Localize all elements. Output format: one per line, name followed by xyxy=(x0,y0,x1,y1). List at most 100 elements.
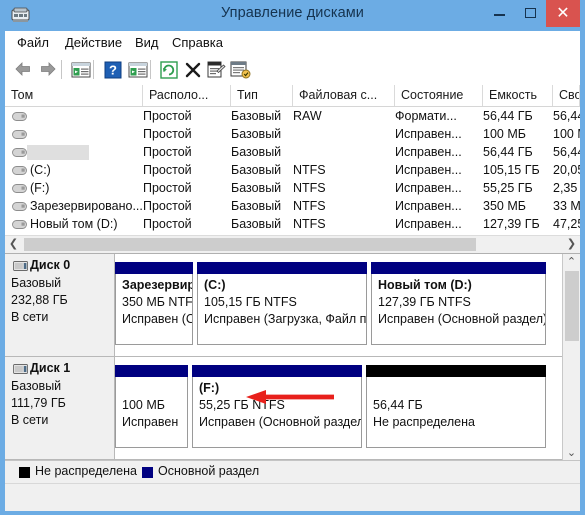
disk-row[interactable]: Диск 1 Базовый 111,79 ГБ В сети 100 МБ И… xyxy=(5,357,562,460)
question-mark-icon[interactable]: ? xyxy=(102,59,124,80)
column-header-5[interactable]: Емкость xyxy=(483,85,553,106)
disk-row[interactable]: Диск 0 Базовый 232,88 ГБ В сети Зарезерв… xyxy=(5,254,562,357)
partition-details: 56,44 ГБ Не распределена xyxy=(366,377,546,448)
partition-strip: 100 МБ Исправен (F:) 55,25 ГБ NTFS Испра… xyxy=(115,357,562,459)
partition-size: 100 МБ xyxy=(122,398,165,412)
column-header-1[interactable]: Располо... xyxy=(143,85,231,106)
partition-block[interactable]: Зарезервиро 350 МБ NTFS Исправен (Си xyxy=(115,262,193,345)
action-pane-icon[interactable] xyxy=(127,59,149,80)
scroll-right-button[interactable]: ❯ xyxy=(563,237,580,252)
partition-status: Исправен (Загрузка, Файл пс xyxy=(204,312,367,326)
legend-swatch xyxy=(19,467,30,478)
volume-row[interactable]: Новый том (D:) Простой Базовый NTFS Исправен… xyxy=(5,216,580,234)
minimize-icon xyxy=(494,14,505,16)
vertical-scroll-thumb[interactable] xyxy=(565,271,579,341)
partition-status: Исправен xyxy=(122,415,179,429)
rescan-disks-icon[interactable] xyxy=(229,59,251,80)
toolbar-separator xyxy=(61,60,62,79)
column-header-3[interactable]: Файловая с... xyxy=(293,85,395,106)
volume-filesystem: NTFS xyxy=(293,199,326,213)
volume-type: Базовый xyxy=(231,109,282,123)
disk-size: 232,88 ГБ xyxy=(11,293,68,307)
volume-row[interactable]: (F:) Простой Базовый NTFS Исправен... 55,25 Г… xyxy=(5,180,580,198)
svg-text:?: ? xyxy=(109,63,117,78)
partition-details: Зарезервиро 350 МБ NTFS Исправен (Си xyxy=(115,274,193,345)
disk-icon xyxy=(13,364,28,374)
column-header-0[interactable]: Том xyxy=(5,85,143,106)
partition-block[interactable]: 100 МБ Исправен xyxy=(115,365,188,448)
volume-name: Новый том (D:) xyxy=(30,217,118,231)
partition-details: (F:) 55,25 ГБ NTFS Исправен (Основной ра… xyxy=(192,377,362,448)
volume-row[interactable]: Простой Базовый RAW Формати... 56,44 ГБ 56,44 xyxy=(5,108,580,126)
close-button[interactable]: ✕ xyxy=(546,0,580,27)
menu-item-3[interactable]: Справка xyxy=(172,35,223,50)
volume-layout: Простой xyxy=(143,127,192,141)
partition-name: (C:) xyxy=(204,278,226,292)
volume-row[interactable]: Простой Базовый Исправен... 100 МБ 100 М xyxy=(5,126,580,144)
partition-block[interactable]: (C:) 105,15 ГБ NTFS Исправен (Загрузка, … xyxy=(197,262,367,345)
partition-color-bar xyxy=(115,262,193,274)
partition-color-bar xyxy=(371,262,546,274)
row-selection-highlight xyxy=(27,145,89,160)
scroll-up-button[interactable]: ⌃ xyxy=(563,254,580,270)
horizontal-scroll-thumb[interactable] xyxy=(24,238,476,251)
partition-block[interactable]: Новый том (D:) 127,39 ГБ NTFS Исправен (… xyxy=(371,262,546,345)
partition-block[interactable]: (F:) 55,25 ГБ NTFS Исправен (Основной ра… xyxy=(192,365,362,448)
scroll-left-button[interactable]: ❮ xyxy=(5,237,22,252)
volume-list-horizontal-scrollbar[interactable]: ❮ ❯ xyxy=(5,235,580,254)
volume-row[interactable]: (C:) Простой Базовый NTFS Исправен... 105,15 … xyxy=(5,162,580,180)
disk-info-panel[interactable]: Диск 1 Базовый 111,79 ГБ В сети xyxy=(5,357,115,459)
toolbar: ? xyxy=(5,55,580,86)
column-header-2[interactable]: Тип xyxy=(231,85,293,106)
volume-icon xyxy=(12,202,27,211)
volume-capacity: 350 МБ xyxy=(483,199,526,213)
volume-filesystem: RAW xyxy=(293,109,322,123)
volume-name: Зарезервировано... xyxy=(30,199,143,213)
volume-name: (C:) xyxy=(30,163,51,177)
close-x-icon[interactable] xyxy=(182,59,204,80)
disk-view-vertical-scrollbar[interactable]: ⌃ ⌄ xyxy=(562,254,580,461)
partition-size: 350 МБ NTFS xyxy=(122,295,193,309)
partition-color-bar xyxy=(115,365,188,377)
partition-size: 105,15 ГБ NTFS xyxy=(204,295,297,309)
partition-block[interactable]: 56,44 ГБ Не распределена xyxy=(366,365,546,448)
minimize-button[interactable] xyxy=(484,0,515,27)
partition-name: (F:) xyxy=(199,381,220,395)
partition-details: Новый том (D:) 127,39 ГБ NTFS Исправен (… xyxy=(371,274,546,345)
toolbar-separator xyxy=(150,60,151,79)
volume-free: 100 М xyxy=(553,127,580,141)
volume-free: 33 М xyxy=(553,199,580,213)
volume-row[interactable]: Зарезервировано... Простой Базовый NTFS Испр… xyxy=(5,198,580,216)
volume-type: Базовый xyxy=(231,163,282,177)
partition-status: Не распределена xyxy=(373,415,475,429)
properties-icon[interactable] xyxy=(205,59,227,80)
console-tree-icon[interactable] xyxy=(70,59,92,80)
menu-item-1[interactable]: Действие xyxy=(65,35,122,50)
volume-capacity: 55,25 ГБ xyxy=(483,181,533,195)
menu-item-0[interactable]: Файл xyxy=(17,35,49,50)
refresh-icon[interactable] xyxy=(158,59,180,80)
column-header-6[interactable]: Своб xyxy=(553,85,580,106)
column-header-4[interactable]: Состояние xyxy=(395,85,483,106)
disk-info-panel[interactable]: Диск 0 Базовый 232,88 ГБ В сети xyxy=(5,254,115,356)
volume-capacity: 56,44 ГБ xyxy=(483,145,533,159)
scroll-down-button[interactable]: ⌄ xyxy=(563,445,580,461)
maximize-button[interactable] xyxy=(515,0,546,27)
volume-layout: Простой xyxy=(143,145,192,159)
volume-filesystem: NTFS xyxy=(293,217,326,231)
forward-button[interactable] xyxy=(38,59,58,79)
volume-row[interactable]: Простой Базовый Исправен... 56,44 ГБ 56,44 xyxy=(5,144,580,162)
volume-filesystem: NTFS xyxy=(293,181,326,195)
menu-item-2[interactable]: Вид xyxy=(135,35,159,50)
back-button[interactable] xyxy=(13,59,33,79)
volume-filesystem: NTFS xyxy=(293,163,326,177)
volume-status: Исправен... xyxy=(395,217,462,231)
volume-type: Базовый xyxy=(231,181,282,195)
partition-status: Исправен (Си xyxy=(122,312,192,326)
disk-state: В сети xyxy=(11,310,49,324)
partition-strip: Зарезервиро 350 МБ NTFS Исправен (Си (C:… xyxy=(115,254,562,356)
volume-type: Базовый xyxy=(231,127,282,141)
maximize-icon xyxy=(525,8,536,18)
disk-management-window: Управление дисками ✕ Файл Действие Вид Спра… xyxy=(0,0,585,515)
volume-capacity: 100 МБ xyxy=(483,127,526,141)
